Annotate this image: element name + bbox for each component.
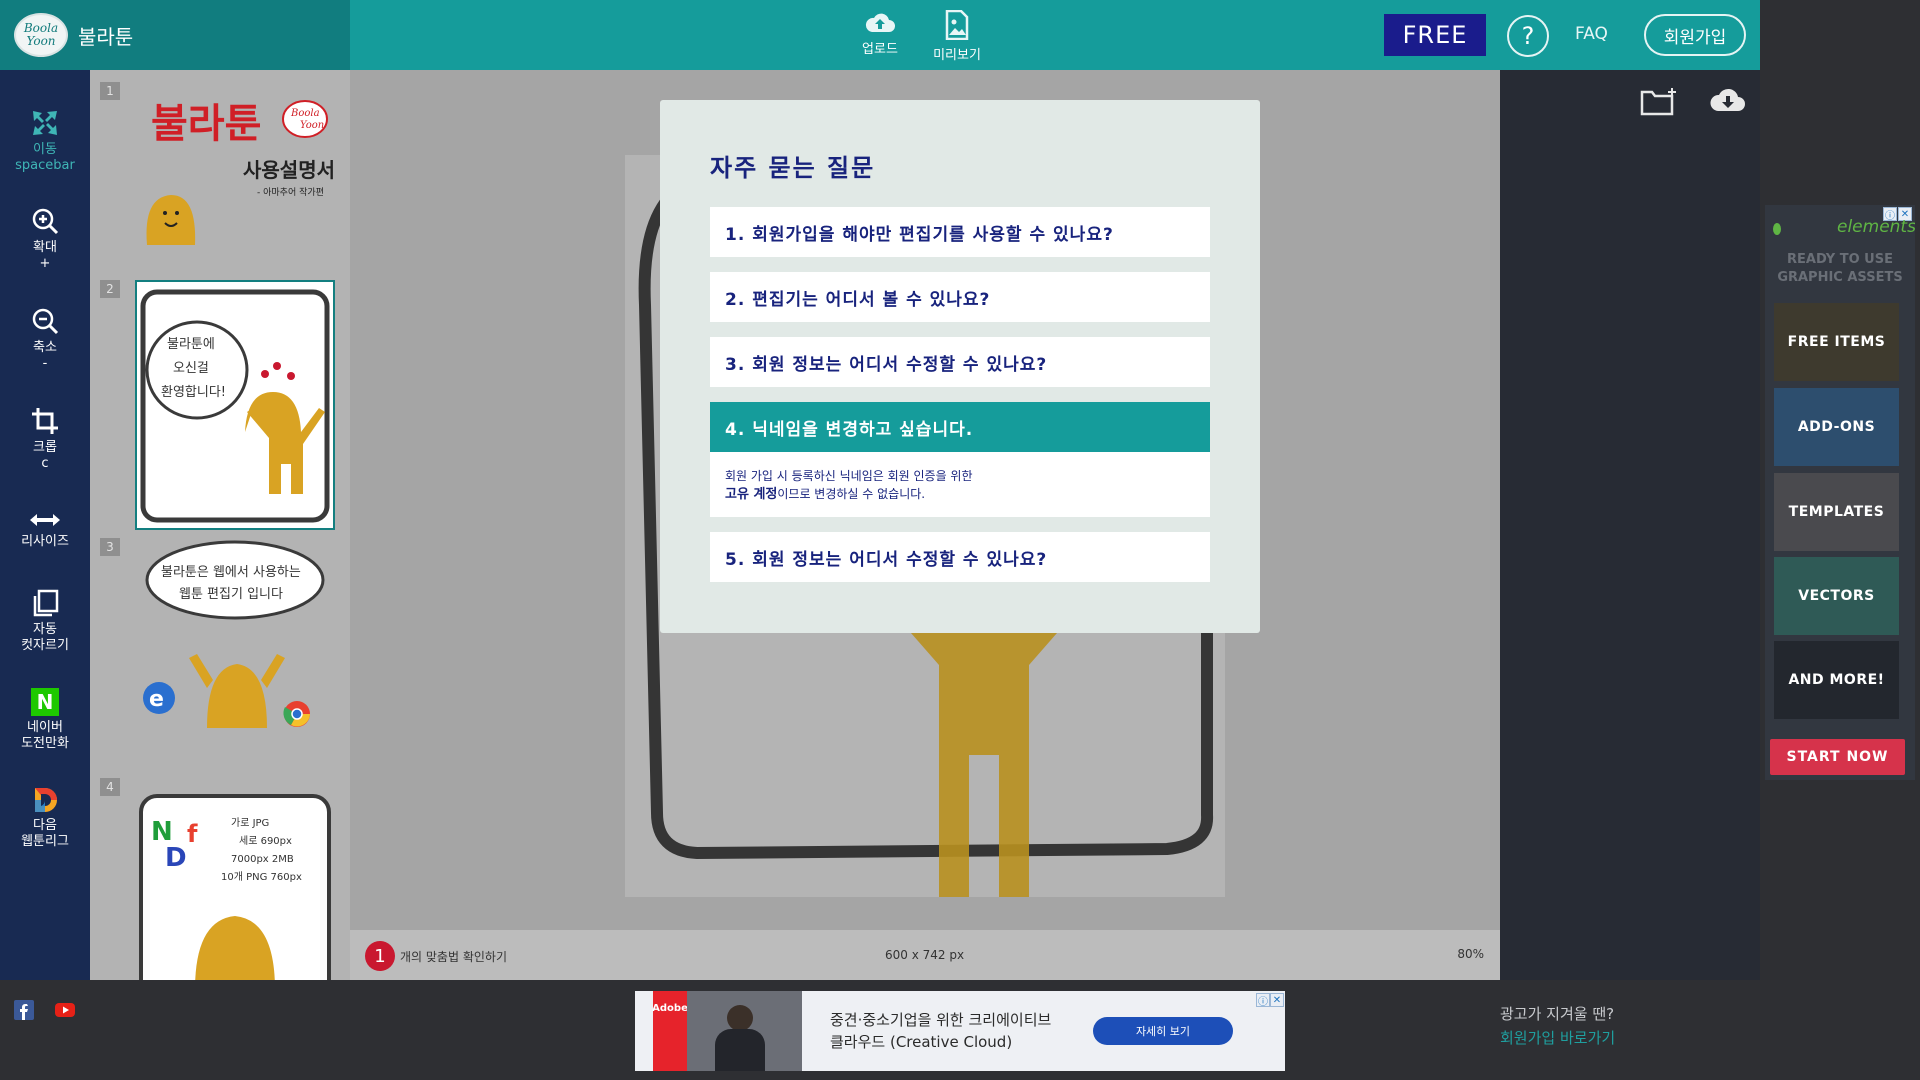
zoom-level-readout: 80% bbox=[1457, 947, 1484, 961]
faq-item-4-expanded[interactable]: 4. 닉네임을 변경하고 싶습니다. bbox=[710, 402, 1210, 452]
ad-removal-notice: 광고가 지겨울 땐? 회원가입 바로가기 bbox=[1500, 1002, 1615, 1050]
naver-challenge-tool[interactable]: N 네이버 도전만화 bbox=[0, 688, 90, 752]
envato-ad[interactable]: ⓘ ✕ elements READY TO USE GRAPHIC ASSETS… bbox=[1765, 205, 1915, 780]
top-header: Boola Yoon 불라툰 업로드 미리보기 FREE ? FAQ 회원가입 bbox=[0, 0, 1760, 70]
upload-button[interactable]: 업로드 bbox=[845, 10, 915, 57]
ad-info-icon[interactable]: ⓘ bbox=[1256, 993, 1270, 1008]
adobe-ad-banner[interactable]: Adobe 중견·중소기업을 위한 크리에이티브 클라우드 (Creative … bbox=[635, 991, 1285, 1071]
thumb-number: 2 bbox=[100, 280, 120, 298]
zoom-out-tool[interactable]: 축소 - bbox=[0, 306, 90, 372]
ad-copy: 중견·중소기업을 위한 크리에이티브 클라우드 (Creative Cloud) bbox=[830, 1011, 1052, 1051]
zoom-out-icon bbox=[32, 308, 59, 335]
ad-tile-vectors[interactable]: VECTORS bbox=[1774, 557, 1899, 635]
boolatoon-logo[interactable]: Boola Yoon bbox=[14, 13, 68, 57]
resize-tool[interactable]: 리사이즈 bbox=[0, 510, 90, 550]
thumb2-art: 불라툰에 오신걸 환영합니다! bbox=[140, 289, 330, 523]
thumb1-title: 불라툰 bbox=[151, 101, 261, 147]
svg-text:7000px 2MB: 7000px 2MB bbox=[231, 854, 294, 865]
auto-cut-tool[interactable]: 자동 컷자르기 bbox=[0, 588, 90, 654]
faq-answer-4: 회원 가입 시 등록하신 닉네임은 회원 인증을 위한 고유 계정이므로 변경하… bbox=[710, 452, 1210, 517]
thumbnail-page-1[interactable]: 불라툰 Boola Yoon 사용설명서 - 아마추어 작가편 bbox=[135, 85, 335, 255]
signup-shortcut-link[interactable]: 회원가입 바로가기 bbox=[1500, 1026, 1615, 1050]
free-button[interactable]: FREE bbox=[1384, 14, 1486, 56]
right-side-panel bbox=[1500, 70, 1760, 980]
spelling-count-badge[interactable]: 1 bbox=[365, 941, 395, 971]
envato-leaf-icon bbox=[1773, 223, 1781, 235]
ad-tagline: READY TO USE GRAPHIC ASSETS bbox=[1777, 252, 1903, 285]
crop-tool[interactable]: 크롭 c bbox=[0, 406, 90, 472]
cloud-download-icon[interactable] bbox=[1710, 86, 1746, 114]
facebook-icon[interactable] bbox=[14, 1000, 34, 1020]
move-arrows-icon bbox=[33, 111, 57, 135]
signup-button[interactable]: 회원가입 bbox=[1644, 14, 1746, 56]
start-now-button[interactable]: START NOW bbox=[1770, 739, 1905, 775]
help-button[interactable]: ? bbox=[1507, 15, 1549, 57]
svg-text:Boola: Boola bbox=[290, 108, 320, 119]
faq-link[interactable]: FAQ bbox=[1575, 24, 1608, 44]
page-thumbnails-panel: 1 불라툰 Boola Yoon 사용설명서 - 아마추어 작가편 2 불라툰에… bbox=[90, 70, 350, 980]
ad-tile-and-more[interactable]: AND MORE! bbox=[1774, 641, 1899, 719]
svg-text:불라툰에: 불라툰에 bbox=[167, 337, 215, 352]
status-bar: 1 개의 맞춤법 확인하기 600 x 742 px 80% bbox=[350, 930, 1500, 980]
svg-text:불라툰은 웹에서 사용하는: 불라툰은 웹에서 사용하는 bbox=[161, 565, 301, 580]
daum-logo-icon bbox=[35, 788, 57, 812]
canvas-size-readout: 600 x 742 px bbox=[885, 948, 965, 962]
upload-label: 업로드 bbox=[862, 42, 898, 57]
svg-text:환영합니다!: 환영합니다! bbox=[161, 385, 226, 400]
faq-title: 자주 묻는 질문 bbox=[710, 154, 876, 182]
faq-item-1[interactable]: 1. 회원가입을 해야만 편집기를 사용할 수 있나요? bbox=[710, 207, 1210, 257]
thumb1-author: - 아마추어 작가편 bbox=[257, 186, 324, 198]
ad-tile-templates[interactable]: TEMPLATES bbox=[1774, 473, 1899, 551]
svg-text:Yoon: Yoon bbox=[300, 120, 324, 131]
thumb-number: 4 bbox=[100, 778, 120, 796]
svg-text:10개 PNG 760px: 10개 PNG 760px bbox=[221, 871, 302, 883]
daum-webtoon-league-tool[interactable]: 다음 웹툰리그 bbox=[0, 786, 90, 850]
svg-text:D: D bbox=[165, 843, 187, 873]
faq-item-5[interactable]: 5. 회원 정보는 어디서 수정할 수 있나요? bbox=[710, 532, 1210, 582]
preview-label: 미리보기 bbox=[933, 48, 981, 63]
thumbnail-page-3[interactable]: 불라툰은 웹에서 사용하는 웹툰 편집기 입니다 e bbox=[135, 538, 335, 738]
crop-icon bbox=[32, 408, 58, 434]
faq-modal: 자주 묻는 질문 1. 회원가입을 해야만 편집기를 사용할 수 있나요? 2.… bbox=[660, 100, 1260, 633]
thumb1-subtitle: 사용설명서 bbox=[243, 158, 335, 182]
thumbnail-page-4[interactable]: N D f 가로 JPG 세로 690px 7000px 2MB 10개 PNG… bbox=[135, 790, 335, 980]
svg-text:e: e bbox=[149, 687, 164, 712]
svg-text:가로 JPG: 가로 JPG bbox=[231, 817, 269, 829]
image-file-icon bbox=[945, 10, 969, 40]
svg-text:f: f bbox=[187, 820, 198, 848]
app-name: 불라툰 bbox=[78, 24, 134, 49]
copy-pages-icon bbox=[33, 589, 59, 617]
brand-area[interactable]: Boola Yoon 불라툰 bbox=[0, 0, 350, 70]
ad-photo bbox=[687, 991, 802, 1071]
faq-item-3[interactable]: 3. 회원 정보는 어디서 수정할 수 있나요? bbox=[710, 337, 1210, 387]
ad-learn-more-button[interactable]: 자세히 보기 bbox=[1093, 1017, 1233, 1045]
ad-close-icon[interactable]: ✕ bbox=[1270, 993, 1284, 1007]
left-toolbar: 이동 spacebar 확대 + 축소 - 크롭 c 리사이즈 자동 컷자르기 … bbox=[0, 70, 90, 1020]
svg-text:세로 690px: 세로 690px bbox=[239, 835, 292, 847]
faq-item-2[interactable]: 2. 편집기는 어디서 볼 수 있나요? bbox=[710, 272, 1210, 322]
thumbnail-page-2[interactable]: 불라툰에 오신걸 환영합니다! bbox=[135, 280, 335, 530]
ad-tile-free-items[interactable]: FREE ITEMS bbox=[1774, 303, 1899, 381]
preview-button[interactable]: 미리보기 bbox=[922, 10, 992, 63]
zoom-in-icon bbox=[32, 208, 59, 235]
move-tool[interactable]: 이동 spacebar bbox=[0, 108, 90, 174]
svg-text:웹툰 편집기 입니다: 웹툰 편집기 입니다 bbox=[179, 587, 283, 602]
naver-logo-icon: N bbox=[31, 688, 59, 716]
adobe-logo: Adobe bbox=[652, 991, 688, 1071]
envato-logo: elements bbox=[1837, 217, 1915, 237]
resize-arrows-icon bbox=[30, 514, 60, 526]
new-folder-icon[interactable] bbox=[1640, 86, 1678, 116]
zoom-in-tool[interactable]: 확대 + bbox=[0, 206, 90, 272]
spelling-check-link[interactable]: 개의 맞춤법 확인하기 bbox=[400, 948, 507, 965]
cloud-upload-icon bbox=[865, 13, 895, 32]
ad-tile-add-ons[interactable]: ADD-ONS bbox=[1774, 388, 1899, 466]
thumb-number: 3 bbox=[100, 538, 120, 556]
svg-text:오신걸: 오신걸 bbox=[173, 361, 209, 376]
thumb-number: 1 bbox=[100, 82, 120, 100]
youtube-icon[interactable] bbox=[55, 1003, 75, 1017]
